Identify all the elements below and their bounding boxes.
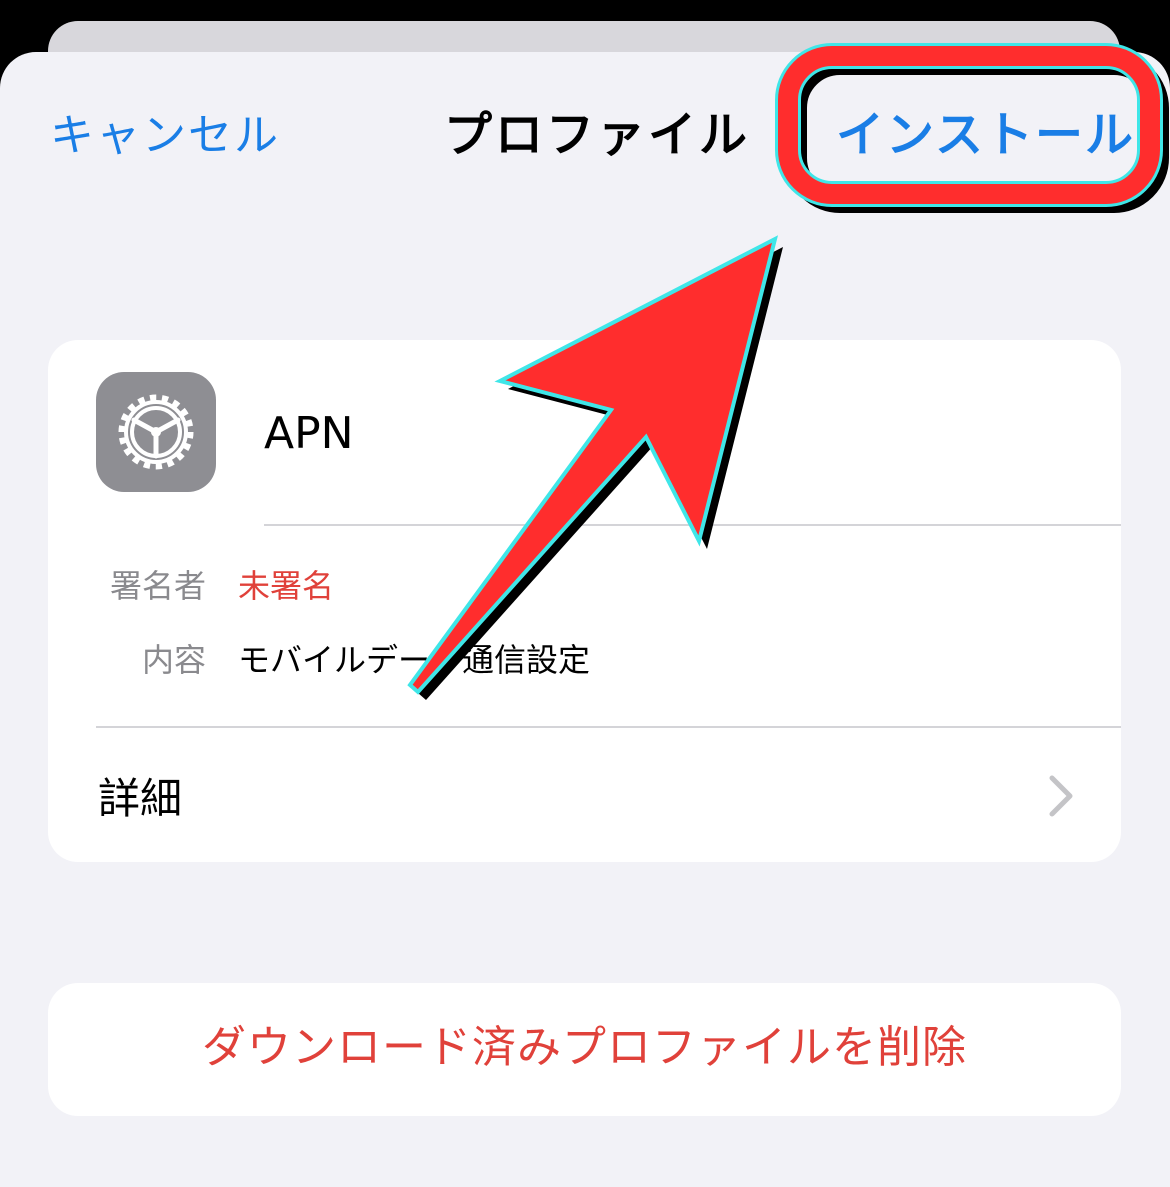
cancel-button[interactable]: キャンセル xyxy=(50,104,280,168)
delete-profile-label: ダウンロード済みプロファイルを削除 xyxy=(202,1022,967,1073)
details-divider xyxy=(96,726,1121,728)
page-title: プロファイル xyxy=(444,107,751,163)
signer-value: 未署名 xyxy=(238,567,335,605)
delete-profile-button[interactable]: ダウンロード済みプロファイルを削除 xyxy=(48,983,1121,1116)
contents-label: 内容 xyxy=(141,641,206,679)
contents-value: モバイルデータ通信設定 xyxy=(238,641,591,679)
install-button[interactable]: インストール xyxy=(836,102,1135,168)
screen: キャンセル プロファイル インストール APN 署名者 未署名 内容 モバイルデ… xyxy=(0,0,1170,1187)
settings-app-icon xyxy=(96,372,216,492)
header-divider xyxy=(264,524,1121,526)
gear-icon xyxy=(118,394,194,470)
chevron-right-icon[interactable] xyxy=(1046,774,1076,818)
signer-label: 署名者 xyxy=(109,567,206,605)
details-row-label[interactable]: 詳細 xyxy=(98,770,182,828)
profile-name: APN xyxy=(264,408,354,459)
